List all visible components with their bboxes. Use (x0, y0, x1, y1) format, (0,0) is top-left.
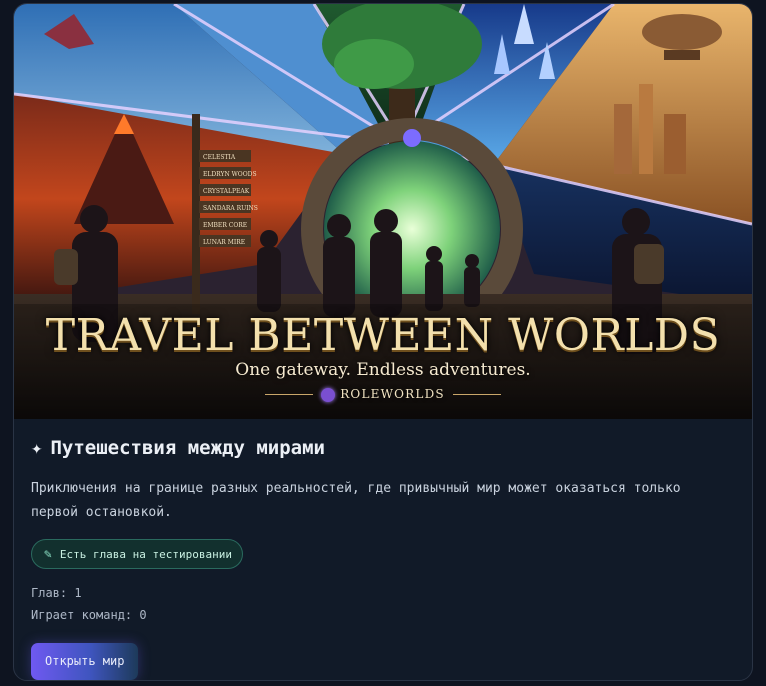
hero-brand: ROLEWORLDS (14, 387, 752, 402)
signpost-label: EMBER CORE (203, 222, 247, 229)
world-card: CELESTIA ELDRYN WOODS CRYSTALPEAK SANDAR… (13, 3, 753, 681)
signpost-label: ELDRYN WOODS (203, 171, 257, 178)
signpost-label: CELESTIA (203, 154, 236, 161)
world-title: ✦ Путешествия между мирами (31, 434, 735, 462)
world-stats: Глав: 1 Играет команд: 0 (31, 582, 735, 626)
signpost-label: CRYSTALPEAK (203, 188, 250, 195)
teams-playing-count: Играет команд: 0 (31, 608, 147, 622)
sparkle-icon: ✦ (31, 437, 43, 459)
brand-name: ROLEWORLDS (340, 387, 445, 401)
card-body: ✦ Путешествия между мирами Приключения на… (31, 434, 735, 680)
chapters-count: Глав: 1 (31, 586, 82, 600)
world-hero-image: CELESTIA ELDRYN WOODS CRYSTALPEAK SANDAR… (14, 4, 752, 419)
open-world-button[interactable]: Открыть мир (31, 643, 139, 680)
badge-label: Есть глава на тестировании (59, 547, 233, 561)
testing-chapter-badge: ✎ Есть глава на тестировании (31, 539, 244, 569)
divider (265, 394, 314, 395)
world-title-text: Путешествия между мирами (50, 437, 325, 459)
pencil-icon: ✎ (44, 546, 52, 562)
hero-tagline: One gateway. Endless adventures. (235, 360, 531, 380)
world-description: Приключения на границе разных реальносте… (31, 481, 681, 520)
divider (452, 394, 501, 395)
roleworlds-logo-icon (321, 387, 336, 402)
hero-title: TRAVEL BETWEEN WORLDS (45, 310, 721, 361)
signpost-label: LUNAR MIRE (203, 239, 245, 246)
signpost-label: SANDARA RUINS (203, 205, 258, 212)
